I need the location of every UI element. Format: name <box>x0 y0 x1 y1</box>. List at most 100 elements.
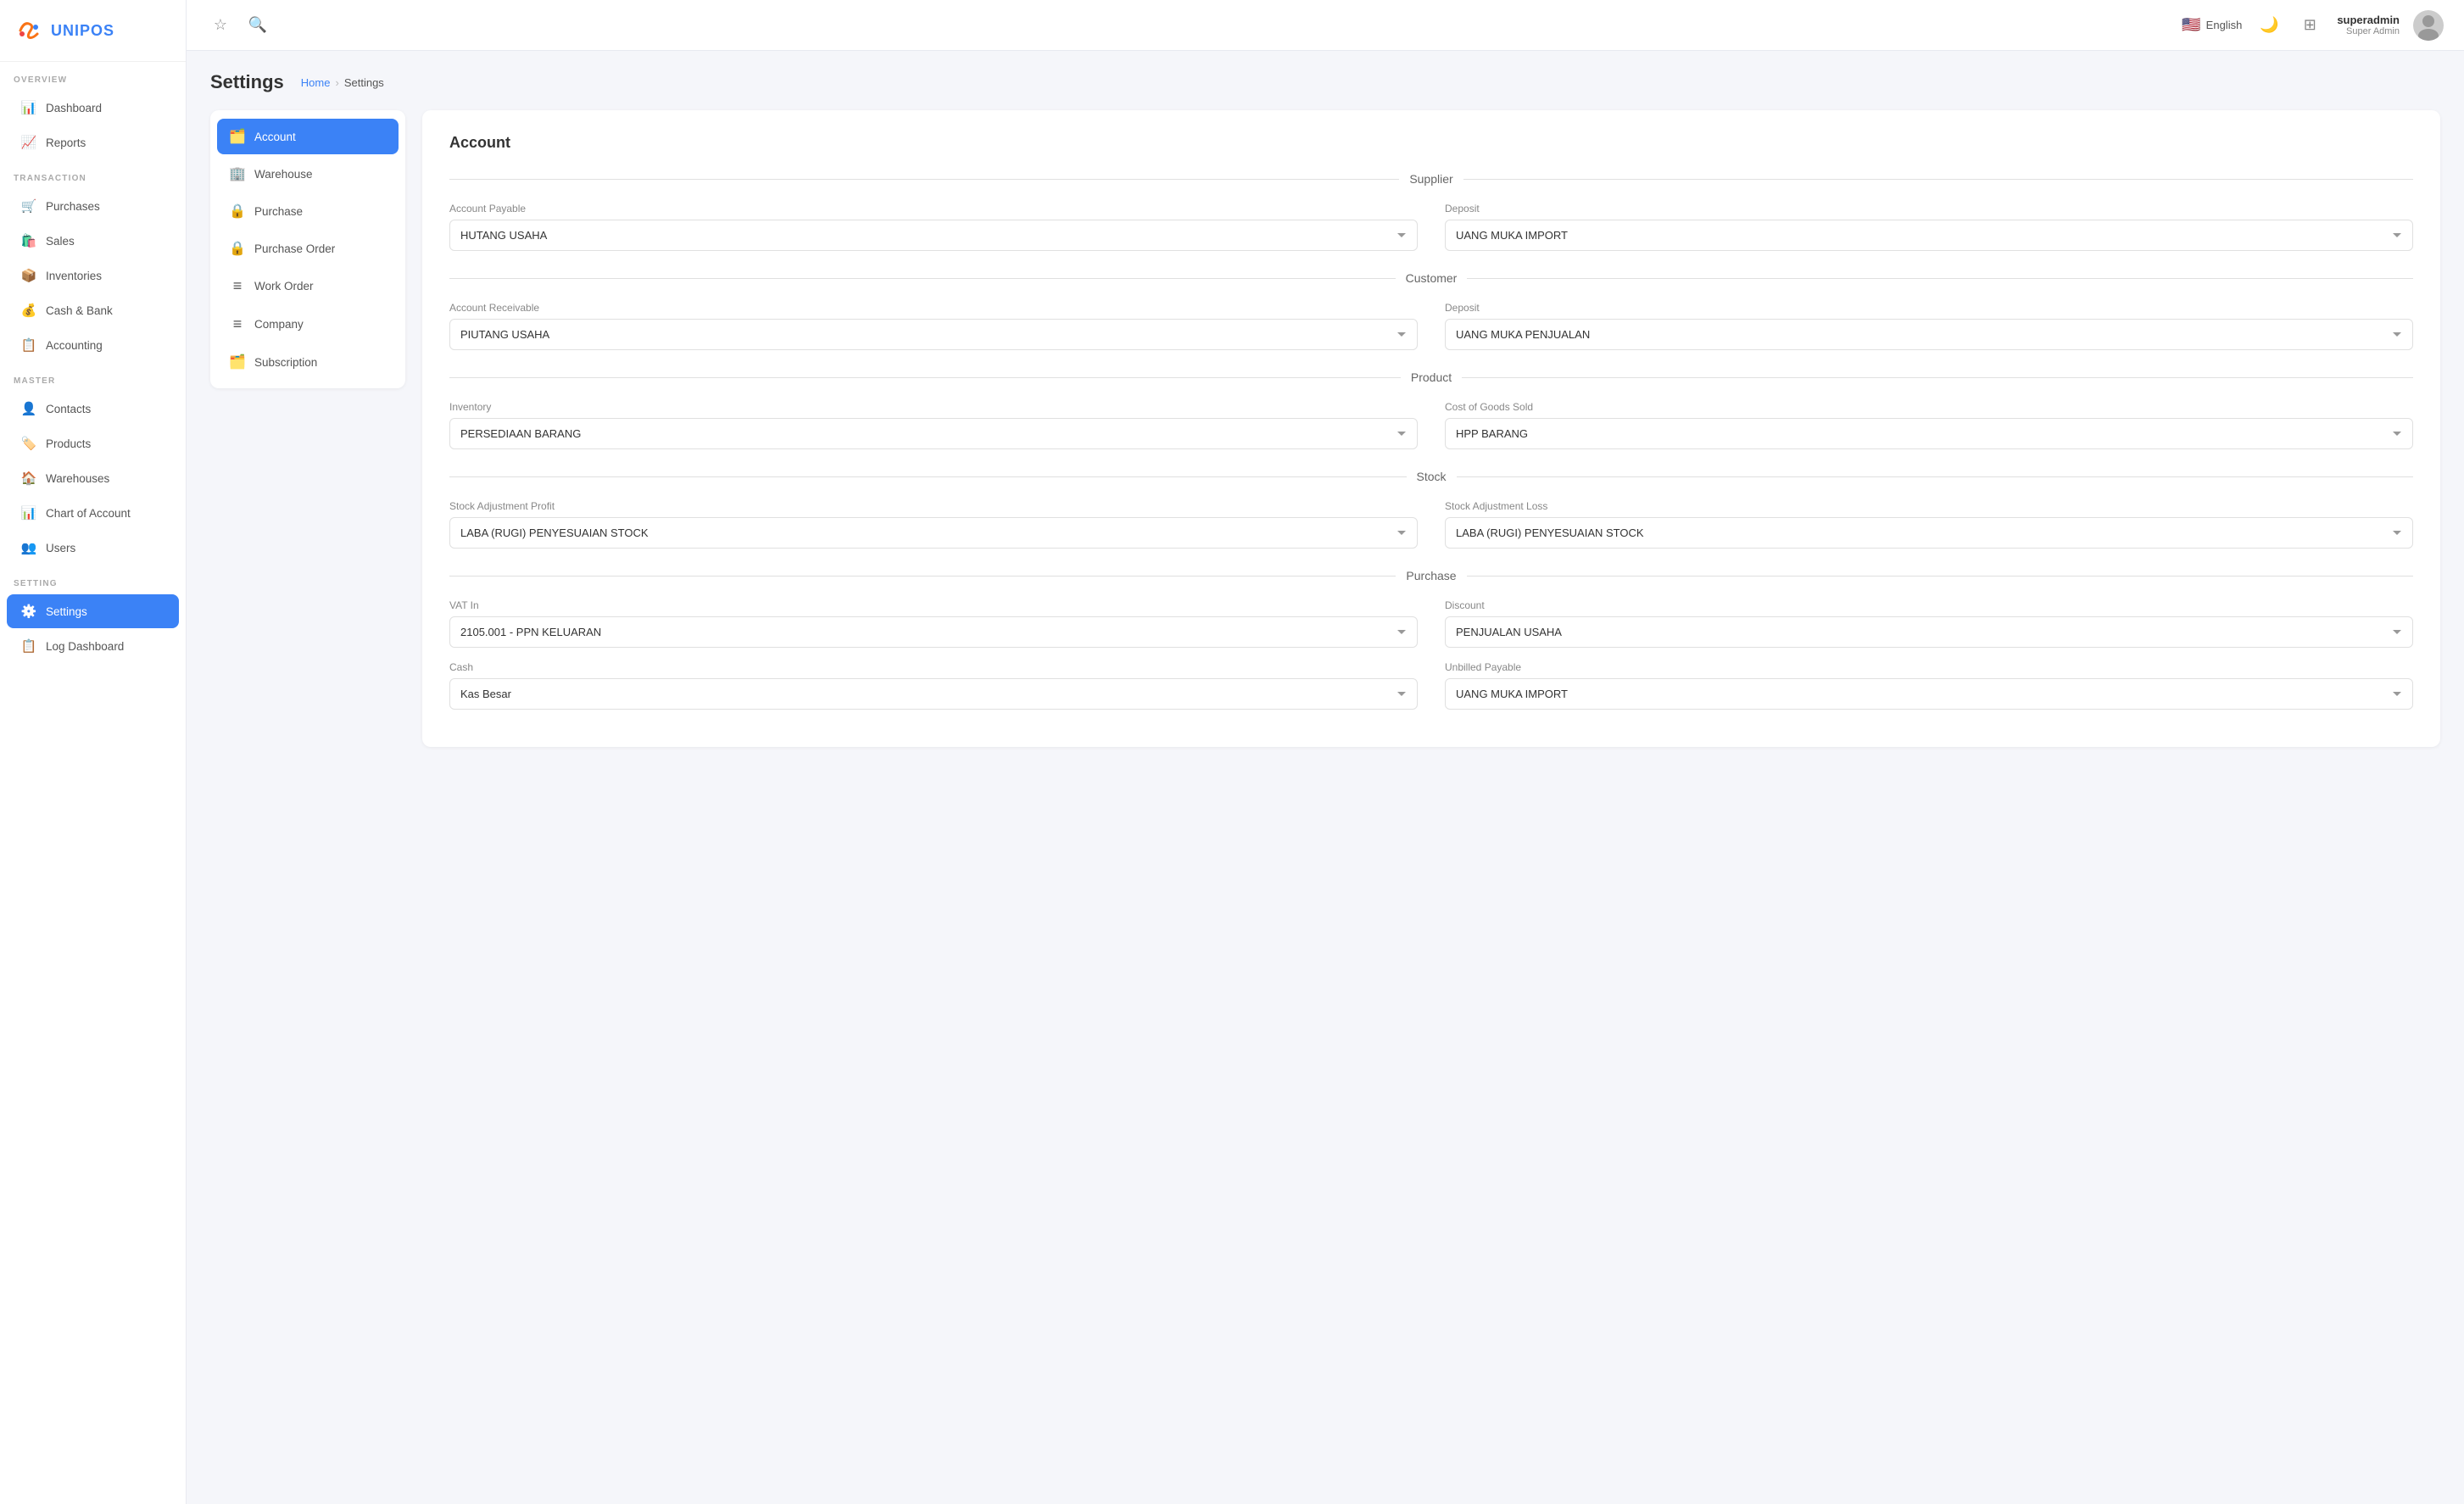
cogs-label: Cost of Goods Sold <box>1445 401 2413 413</box>
main-area: ☆ 🔍 🇺🇸 English 🌙 ⊞ superadmin Super Admi… <box>187 0 2464 1504</box>
unbilled-payable-select[interactable]: UANG MUKA IMPORT <box>1445 678 2413 710</box>
stock-adj-loss-label: Stock Adjustment Loss <box>1445 500 2413 512</box>
settings-nav-subscription[interactable]: 🗂️ Subscription <box>217 344 399 380</box>
sidebar-item-sales[interactable]: 🛍️ Sales <box>7 224 179 258</box>
work-order-nav-label: Work Order <box>254 280 314 292</box>
sidebar-item-purchases[interactable]: 🛒 Purchases <box>7 189 179 223</box>
star-button[interactable]: ☆ <box>207 12 234 39</box>
sidebar-item-settings[interactable]: ⚙️ Settings <box>7 594 179 628</box>
account-payable-select[interactable]: HUTANG USAHA <box>449 220 1418 251</box>
chart-of-account-icon: 📊 <box>20 504 37 521</box>
purchase-nav-label: Purchase <box>254 205 303 218</box>
sidebar-item-reports[interactable]: 📈 Reports <box>7 125 179 159</box>
sidebar-item-label: Contacts <box>46 403 91 415</box>
topbar-left: ☆ 🔍 <box>207 12 271 39</box>
layout-button[interactable]: ⊞ <box>2296 12 2323 39</box>
sidebar-item-label: Warehouses <box>46 472 109 485</box>
sidebar-item-label: Reports <box>46 136 86 149</box>
sidebar-item-log-dashboard[interactable]: 📋 Log Dashboard <box>7 629 179 663</box>
settings-nav-work-order[interactable]: ≡ Work Order <box>217 268 399 304</box>
products-icon: 🏷️ <box>20 435 37 452</box>
settings-nav-account[interactable]: 🗂️ Account <box>217 119 399 154</box>
settings-nav-purchase-order[interactable]: 🔒 Purchase Order <box>217 231 399 266</box>
customer-deposit-select[interactable]: UANG MUKA PENJUALAN <box>1445 319 2413 350</box>
purchase-nav-icon: 🔒 <box>229 203 246 220</box>
sales-icon: 🛍️ <box>20 232 37 249</box>
account-section-title: Account <box>449 134 2413 152</box>
account-receivable-select[interactable]: PIUTANG USAHA <box>449 319 1418 350</box>
section-label-setting: SETTING <box>0 565 186 593</box>
sidebar-item-chart-of-account[interactable]: 📊 Chart of Account <box>7 496 179 530</box>
theme-toggle-button[interactable]: 🌙 <box>2255 12 2283 39</box>
reports-icon: 📈 <box>20 134 37 151</box>
topbar: ☆ 🔍 🇺🇸 English 🌙 ⊞ superadmin Super Admi… <box>187 0 2464 51</box>
language-button[interactable]: 🇺🇸 English <box>2182 16 2242 34</box>
customer-deposit-group: Deposit UANG MUKA PENJUALAN <box>1445 302 2413 350</box>
divider-line-right-5 <box>1467 576 2413 577</box>
divider-line-right-4 <box>1457 476 2414 477</box>
divider-line-left-3 <box>449 377 1401 378</box>
account-nav-icon: 🗂️ <box>229 128 246 145</box>
page-header: Settings Home › Settings <box>210 71 2440 93</box>
sidebar-item-warehouses[interactable]: 🏠 Warehouses <box>7 461 179 495</box>
sidebar-item-label: Purchases <box>46 200 100 213</box>
sidebar-item-accounting[interactable]: 📋 Accounting <box>7 328 179 362</box>
inventory-select[interactable]: PERSEDIAAN BARANG <box>449 418 1418 449</box>
supplier-label: Supplier <box>1409 172 1452 186</box>
vat-in-group: VAT In 2105.001 - PPN KELUARAN <box>449 599 1418 648</box>
divider-line-right-3 <box>1462 377 2413 378</box>
settings-nav-warehouse[interactable]: 🏢 Warehouse <box>217 156 399 192</box>
sidebar-logo: UNIPOS <box>0 0 186 62</box>
unbilled-payable-label: Unbilled Payable <box>1445 661 2413 673</box>
settings-nav-company[interactable]: ≡ Company <box>217 306 399 343</box>
avatar[interactable] <box>2413 10 2444 41</box>
sidebar-item-contacts[interactable]: 👤 Contacts <box>7 392 179 426</box>
section-label-master: MASTER <box>0 363 186 391</box>
cogs-group: Cost of Goods Sold HPP BARANG <box>1445 401 2413 449</box>
sidebar-item-label: Dashboard <box>46 102 102 114</box>
warehouses-icon: 🏠 <box>20 470 37 487</box>
settings-nav-purchase[interactable]: 🔒 Purchase <box>217 193 399 229</box>
language-label: English <box>2206 19 2243 31</box>
sidebar-item-products[interactable]: 🏷️ Products <box>7 426 179 460</box>
customer-divider: Customer <box>449 271 2413 285</box>
supplier-divider: Supplier <box>449 172 2413 186</box>
search-button[interactable]: 🔍 <box>244 12 271 39</box>
customer-label: Customer <box>1406 271 1458 285</box>
cogs-select[interactable]: HPP BARANG <box>1445 418 2413 449</box>
sidebar-item-label: Settings <box>46 605 87 618</box>
sidebar-section-setting: SETTING ⚙️ Settings 📋 Log Dashboard <box>0 565 186 664</box>
supplier-deposit-select[interactable]: UANG MUKA IMPORT <box>1445 220 2413 251</box>
vat-in-select[interactable]: 2105.001 - PPN KELUARAN <box>449 616 1418 648</box>
sidebar-item-label: Users <box>46 542 75 554</box>
inventory-group: Inventory PERSEDIAAN BARANG <box>449 401 1418 449</box>
stock-adj-loss-select[interactable]: LABA (RUGI) PENYESUAIAN STOCK <box>1445 517 2413 549</box>
contacts-icon: 👤 <box>20 400 37 417</box>
breadcrumb-home[interactable]: Home <box>301 76 331 89</box>
subscription-nav-label: Subscription <box>254 356 317 369</box>
sidebar-item-cash-bank[interactable]: 💰 Cash & Bank <box>7 293 179 327</box>
purchase-form-row-2: Cash Kas Besar Unbilled Payable UANG MUK… <box>449 661 2413 710</box>
user-name: superadmin <box>2337 14 2400 26</box>
sidebar-item-label: Chart of Account <box>46 507 131 520</box>
discount-select[interactable]: PENJUALAN USAHA <box>1445 616 2413 648</box>
sidebar-item-inventories[interactable]: 📦 Inventories <box>7 259 179 292</box>
section-label-transaction: TRANSACTION <box>0 160 186 188</box>
sidebar-section-transaction: TRANSACTION 🛒 Purchases 🛍️ Sales 📦 Inven… <box>0 160 186 363</box>
settings-layout: 🗂️ Account 🏢 Warehouse 🔒 Purchase 🔒 Purc… <box>210 110 2440 747</box>
flag-icon: 🇺🇸 <box>2182 16 2200 34</box>
warehouse-nav-icon: 🏢 <box>229 165 246 182</box>
settings-nav: 🗂️ Account 🏢 Warehouse 🔒 Purchase 🔒 Purc… <box>210 110 405 388</box>
sidebar-item-users[interactable]: 👥 Users <box>7 531 179 565</box>
stock-adj-profit-label: Stock Adjustment Profit <box>449 500 1418 512</box>
section-label-overview: OVERVIEW <box>0 62 186 90</box>
discount-group: Discount PENJUALAN USAHA <box>1445 599 2413 648</box>
sidebar-item-label: Inventories <box>46 270 102 282</box>
product-form-row: Inventory PERSEDIAAN BARANG Cost of Good… <box>449 401 2413 449</box>
cash-select[interactable]: Kas Besar <box>449 678 1418 710</box>
stock-adj-profit-select[interactable]: LABA (RUGI) PENYESUAIAN STOCK <box>449 517 1418 549</box>
inventory-label: Inventory <box>449 401 1418 413</box>
topbar-right: 🇺🇸 English 🌙 ⊞ superadmin Super Admin <box>2182 10 2444 41</box>
sidebar-item-dashboard[interactable]: 📊 Dashboard <box>7 91 179 125</box>
work-order-nav-icon: ≡ <box>229 277 246 295</box>
